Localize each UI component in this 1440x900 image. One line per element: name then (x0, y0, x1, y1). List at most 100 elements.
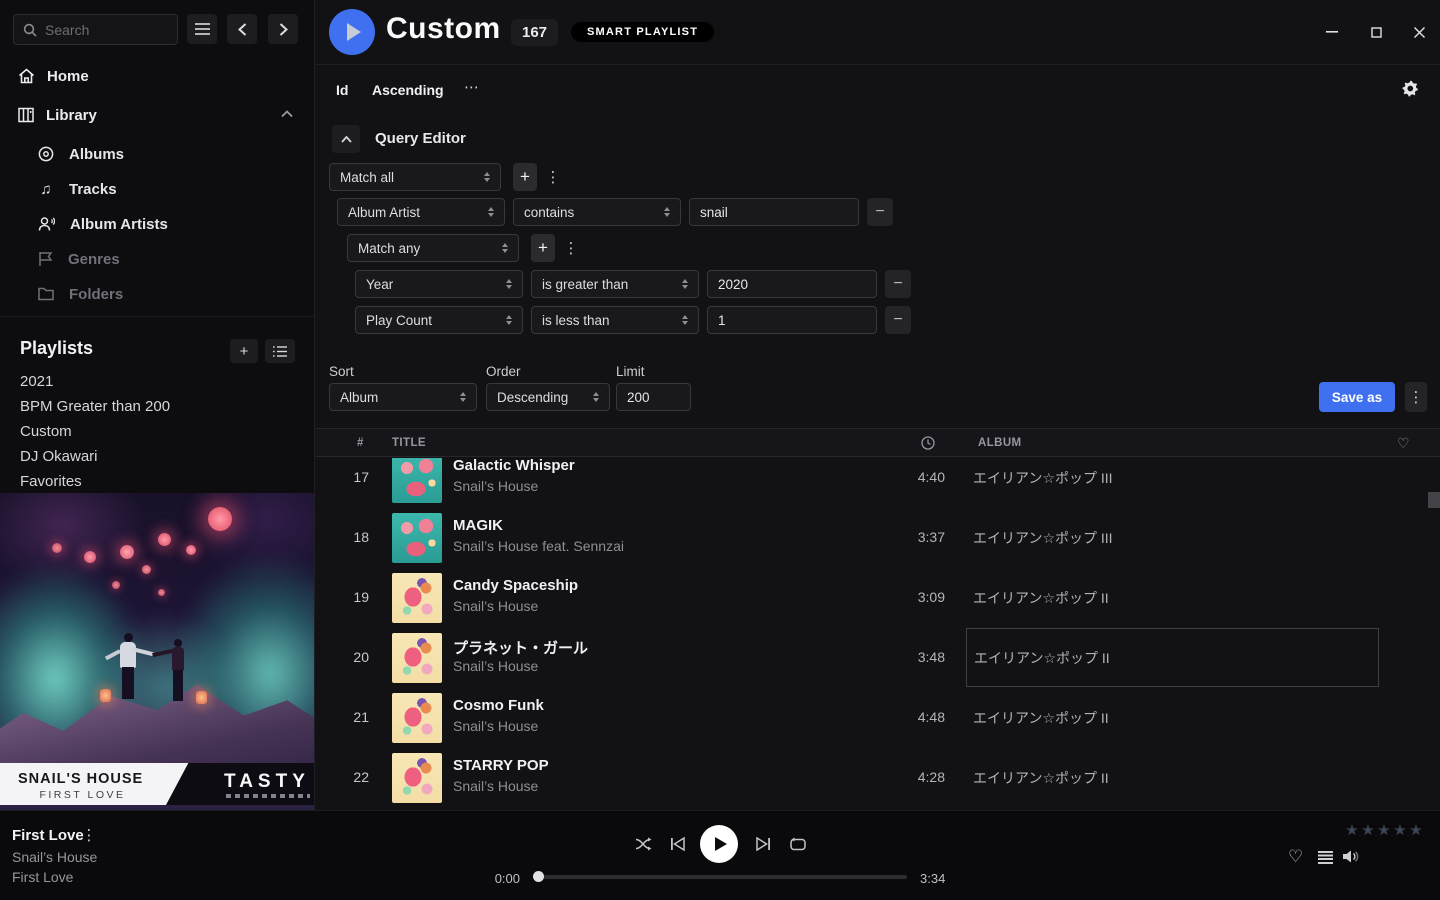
nav-back-button[interactable] (227, 14, 257, 44)
seek-bar[interactable] (533, 875, 907, 879)
now-playing-menu-button[interactable]: ⋮ (80, 825, 98, 845)
next-button[interactable] (754, 836, 772, 852)
sort-field-button[interactable]: Id (336, 82, 348, 98)
track-row[interactable]: 17 Galactic Whisper Snail’s House 4:40 エ… (316, 458, 1440, 508)
play-playlist-button[interactable] (329, 9, 375, 55)
skip-back-icon (670, 837, 685, 851)
rule-operator-select[interactable]: contains (513, 198, 681, 226)
sidebar-item-genres[interactable]: Genres (0, 246, 315, 272)
match-type-select[interactable]: Match all (329, 163, 501, 191)
save-as-button[interactable]: Save as (1319, 382, 1395, 412)
column-index[interactable]: # (357, 437, 364, 449)
scrollbar-thumb[interactable] (1428, 492, 1440, 508)
rating-stars[interactable]: ★★★★★ (1344, 823, 1424, 839)
sort-select[interactable]: Album (329, 383, 477, 411)
column-title[interactable]: TITLE (392, 437, 426, 449)
rule-value-input[interactable] (689, 198, 859, 226)
track-album-cell[interactable]: エイリアン☆ポップ II (966, 748, 1379, 807)
sidebar-item-library[interactable]: Library (0, 100, 315, 130)
settings-button[interactable] (1402, 80, 1419, 102)
column-album[interactable]: ALBUM (978, 437, 1022, 449)
limit-label: Limit (616, 364, 645, 379)
match-type-select[interactable]: Match any (347, 234, 519, 262)
play-pause-button[interactable] (700, 825, 738, 863)
track-number: 19 (336, 589, 369, 605)
group-menu-button[interactable]: ⋮ (562, 234, 580, 262)
rule-operator-select[interactable]: is less than (531, 306, 699, 334)
maximize-button[interactable] (1361, 17, 1391, 47)
menu-button[interactable] (187, 14, 217, 44)
sidebar-item-albums[interactable]: Albums (0, 141, 315, 167)
add-rule-button[interactable]: + (531, 234, 555, 262)
now-playing-album: First Love (12, 869, 73, 885)
search-input[interactable]: Search (13, 14, 178, 45)
nav-forward-button[interactable] (268, 14, 298, 44)
remove-rule-button[interactable]: − (885, 306, 911, 334)
heart-icon[interactable]: ♡ (1397, 435, 1410, 452)
playlist-label: DJ Okawari (20, 448, 98, 465)
playlist-item[interactable]: BPM Greater than 200 (20, 395, 290, 417)
rule-field-select[interactable]: Year (355, 270, 523, 298)
save-menu-button[interactable]: ⋮ (1405, 382, 1427, 412)
rule-field-select[interactable]: Play Count (355, 306, 523, 334)
playlist-item[interactable]: Custom (20, 420, 290, 442)
add-rule-button[interactable]: + (513, 163, 537, 191)
track-title: STARRY POP (453, 757, 549, 774)
previous-button[interactable] (668, 836, 686, 852)
clock-icon[interactable] (921, 436, 935, 453)
shuffle-button[interactable] (634, 835, 654, 853)
track-title: MAGIK (453, 517, 503, 534)
more-options-button[interactable]: ⋯ (464, 78, 479, 96)
sidebar-item-tracks[interactable]: ♫ Tracks (0, 176, 315, 202)
lantern (208, 507, 232, 531)
star-icon[interactable]: ★ (1360, 823, 1376, 839)
limit-input[interactable] (616, 383, 691, 411)
sidebar-item-home[interactable]: Home (0, 61, 315, 91)
rule-value-input[interactable] (707, 270, 877, 298)
track-album-cell[interactable]: エイリアン☆ポップ II (966, 568, 1379, 627)
rule-value-input[interactable] (707, 306, 877, 334)
playlist-list-button[interactable] (265, 339, 295, 363)
star-icon[interactable]: ★ (1408, 823, 1424, 839)
track-album-cell[interactable]: エイリアン☆ポップ II (966, 628, 1379, 687)
playlist-item[interactable]: DJ Okawari (20, 445, 290, 467)
track-row[interactable]: 20 プラネット・ガール Snail’s House 3:48 エイリアン☆ポッ… (316, 628, 1440, 688)
playlist-item[interactable]: Favorites (20, 470, 290, 492)
repeat-button[interactable] (788, 835, 808, 853)
sort-direction-button[interactable]: Ascending (372, 82, 444, 98)
seek-handle[interactable] (533, 871, 544, 882)
playlist-item[interactable]: 2021 (20, 370, 290, 392)
remove-rule-button[interactable]: − (885, 270, 911, 298)
minimize-button[interactable] (1317, 17, 1347, 47)
sidebar-item-folders[interactable]: Folders (0, 281, 315, 307)
query-editor-collapse-button[interactable] (332, 125, 360, 153)
play-icon (347, 23, 361, 41)
star-icon[interactable]: ★ (1376, 823, 1392, 839)
track-title: プラネット・ガール (453, 637, 588, 658)
remove-rule-button[interactable]: − (867, 198, 893, 226)
track-row[interactable]: 19 Candy Spaceship Snail’s House 3:09 エイ… (316, 568, 1440, 628)
favorite-button[interactable]: ♡ (1288, 847, 1303, 867)
star-icon[interactable]: ★ (1392, 823, 1408, 839)
track-duration: 3:09 (872, 589, 945, 605)
queue-button[interactable] (1318, 851, 1333, 864)
order-select[interactable]: Descending (486, 383, 610, 411)
track-artist: Snail’s House (453, 658, 538, 674)
track-album-cell[interactable]: エイリアン☆ポップ II (966, 688, 1379, 747)
group-menu-button[interactable]: ⋮ (544, 163, 562, 191)
track-artist: Snail’s House feat. Sennzai (453, 538, 624, 554)
add-playlist-button[interactable]: + (230, 339, 258, 363)
chevron-up-icon[interactable] (281, 110, 293, 118)
rule-operator-select[interactable]: is greater than (531, 270, 699, 298)
track-album-cell[interactable]: エイリアン☆ポップ III (966, 458, 1379, 507)
track-album-cell[interactable]: エイリアン☆ポップ III (966, 508, 1379, 567)
now-playing-album-art[interactable]: SNAIL'S HOUSE FIRST LOVE TASTY (0, 493, 314, 810)
star-icon[interactable]: ★ (1344, 823, 1360, 839)
volume-button[interactable] (1342, 849, 1359, 869)
track-row[interactable]: 21 Cosmo Funk Snail’s House 4:48 エイリアン☆ポ… (316, 688, 1440, 748)
close-button[interactable] (1404, 17, 1434, 47)
sidebar-item-album-artists[interactable]: Album Artists (0, 211, 315, 237)
track-row[interactable]: 22 STARRY POP Snail’s House 4:28 エイリアン☆ポ… (316, 748, 1440, 808)
track-row[interactable]: 18 MAGIK Snail’s House feat. Sennzai 3:3… (316, 508, 1440, 568)
rule-field-select[interactable]: Album Artist (337, 198, 505, 226)
